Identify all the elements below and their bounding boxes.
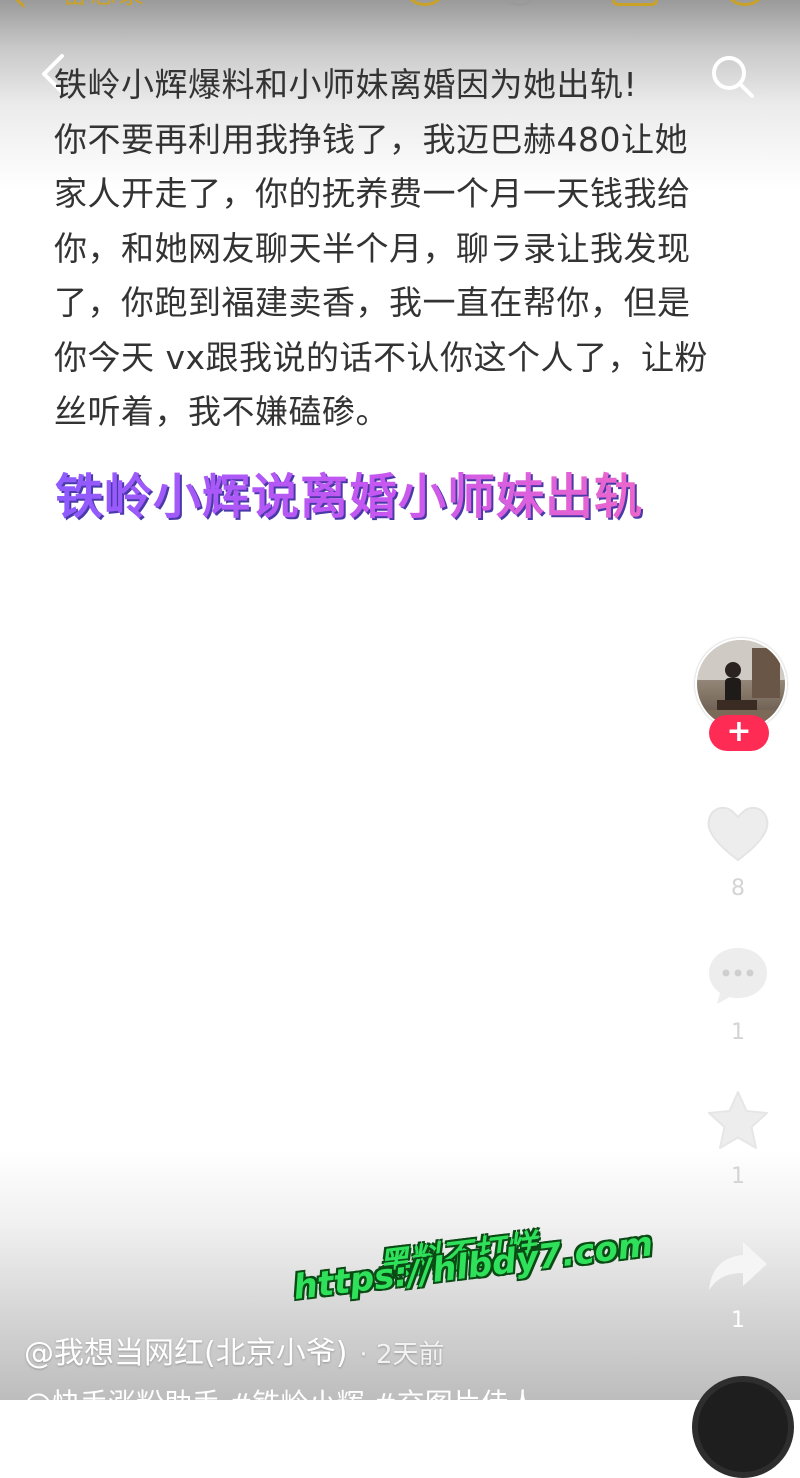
- share-count: 1: [731, 1308, 745, 1333]
- notes-back-icon[interactable]: ‹: [12, 0, 28, 18]
- share-icon[interactable]: [612, 0, 658, 6]
- notes-title: 备忘录: [62, 0, 146, 11]
- like-count: 8: [731, 876, 745, 901]
- post-line: 家人开走了，你的抚养费一个月一天钱我给: [54, 174, 691, 213]
- comment-count: 1: [731, 1020, 745, 1045]
- post-line: 你今天 vx跟我说的话不认你这个人了，让粉: [54, 337, 709, 377]
- more-icon[interactable]: [722, 0, 768, 6]
- markup-icon[interactable]: [402, 0, 448, 6]
- comment-icon[interactable]: [703, 940, 773, 1010]
- post-line: 丝听着，我不嫌磕碜。: [54, 392, 389, 431]
- post-line: 铁岭小辉爆料和小师妹离婚因为她出轨!: [54, 65, 638, 104]
- post-time: · 2天前: [359, 1340, 445, 1370]
- caption-text[interactable]: @快手涨粉助手 #铁岭小辉 #交图片佳人: [24, 1382, 537, 1422]
- author-line: @我想当网红(北京小爷) · 2天前: [24, 1328, 445, 1372]
- redo-icon[interactable]: [496, 0, 542, 6]
- post-line: 了，你跑到福建卖香，我一直在帮你，但是: [54, 283, 691, 322]
- star-icon[interactable]: [703, 1086, 773, 1156]
- author-name[interactable]: @我想当网红(北京小爷): [24, 1336, 347, 1371]
- follow-button[interactable]: +: [709, 715, 769, 751]
- share-arrow-icon[interactable]: [703, 1232, 773, 1302]
- notes-toolbar: ‹ 备忘录: [0, 0, 800, 22]
- post-line: 你，和她网友聊天半个月，聊ラ录让我发现: [54, 228, 691, 268]
- heart-icon[interactable]: [703, 798, 773, 868]
- headline-title: 铁岭小辉说离婚小师妹出轨: [55, 462, 775, 532]
- music-disc-icon[interactable]: [692, 1376, 794, 1478]
- favorite-count: 1: [731, 1164, 745, 1189]
- post-text: 铁岭小辉爆料和小师妹离婚因为她出轨! 你不要再利用我挣钱了，我迈巴赫480让她 …: [54, 58, 744, 440]
- post-line: 你不要再利用我挣钱了，我迈巴赫480让她: [54, 119, 688, 159]
